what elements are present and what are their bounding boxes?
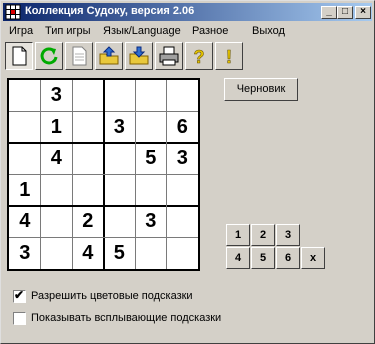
sudoku-board: 31364531423345 [7, 78, 200, 271]
maximize-button[interactable]: □ [337, 6, 353, 19]
grid-line [166, 80, 167, 269]
grid-line [9, 205, 198, 207]
number-button-6[interactable]: 6 [276, 247, 300, 269]
exclamation-icon: ! [226, 47, 233, 66]
board-cell[interactable] [104, 143, 136, 175]
board-cell[interactable] [9, 143, 41, 175]
menu-game[interactable]: Игра [9, 25, 33, 37]
board-cell[interactable]: 3 [9, 238, 41, 270]
draft-button[interactable]: Черновик [224, 78, 298, 101]
menu-language[interactable]: Язык/Language [103, 25, 181, 37]
board-cell[interactable] [104, 175, 136, 207]
question-icon: ? [193, 47, 205, 66]
number-button-3[interactable]: 3 [276, 224, 300, 246]
board-cell[interactable]: 3 [41, 80, 73, 112]
number-button-5[interactable]: 5 [251, 247, 275, 269]
open-button[interactable] [95, 42, 123, 70]
board-cell[interactable] [104, 206, 136, 238]
new-game-button[interactable] [5, 42, 33, 70]
restart-button[interactable] [35, 42, 63, 70]
board-cell[interactable] [135, 112, 167, 144]
folder-up-icon [99, 46, 119, 65]
folder-down-icon [129, 46, 149, 65]
grid-line [9, 174, 198, 175]
board-cell[interactable]: 3 [135, 206, 167, 238]
board-cell[interactable]: 5 [135, 143, 167, 175]
help-button[interactable]: ? [185, 42, 213, 70]
number-button-4[interactable]: 4 [226, 247, 250, 269]
checkmark-icon: ✔ [14, 288, 25, 302]
board-cell[interactable]: 5 [104, 238, 136, 270]
printer-icon [159, 46, 179, 66]
menu-game-type[interactable]: Тип игры [45, 25, 91, 37]
board-cell[interactable] [104, 80, 136, 112]
window-title: Коллекция Судоку, версия 2.06 [25, 5, 195, 17]
number-button-1[interactable]: 1 [226, 224, 250, 246]
board-cell[interactable] [72, 143, 104, 175]
board-cell[interactable] [72, 112, 104, 144]
title-bar[interactable]: Коллекция Судоку, версия 2.06 _ □ × [3, 3, 372, 21]
board-cell[interactable] [135, 80, 167, 112]
board-cell[interactable] [167, 175, 199, 207]
board-cell[interactable]: 3 [167, 143, 199, 175]
board-cell[interactable] [167, 206, 199, 238]
board-cell[interactable]: 4 [41, 143, 73, 175]
color-hints-checkbox[interactable]: ✔ [13, 288, 26, 303]
board-cell[interactable] [41, 238, 73, 270]
menu-bar: Игра Тип игры Язык/Language Разное Выход [3, 23, 372, 41]
board-cell[interactable] [9, 112, 41, 144]
main-window: Коллекция Судоку, версия 2.06 _ □ × Игра… [0, 0, 375, 344]
board-cell[interactable]: 1 [9, 175, 41, 207]
menu-exit[interactable]: Выход [252, 25, 285, 37]
svg-text:?: ? [194, 47, 205, 66]
board-cell[interactable]: 6 [167, 112, 199, 144]
board-cell[interactable] [72, 175, 104, 207]
toolbar: ? ! [5, 42, 370, 72]
blank-page-icon [12, 46, 27, 66]
board-cell[interactable] [41, 206, 73, 238]
board-cell[interactable]: 2 [72, 206, 104, 238]
menu-misc[interactable]: Разное [192, 25, 228, 37]
color-hints-label: Разрешить цветовые подсказки [31, 290, 193, 302]
board-cell[interactable]: 4 [72, 238, 104, 270]
svg-text:!: ! [226, 47, 232, 66]
green-refresh-icon [40, 47, 58, 65]
save-button[interactable] [125, 42, 153, 70]
grid-line [134, 80, 136, 269]
close-button[interactable]: × [355, 6, 371, 19]
page-icon [72, 46, 87, 66]
board-cell[interactable]: 4 [9, 206, 41, 238]
grid-line [9, 237, 198, 238]
board-cell[interactable] [135, 175, 167, 207]
board-cell[interactable] [41, 175, 73, 207]
board-cell[interactable] [72, 80, 104, 112]
tooltips-label: Показывать всплывающие подсказки [31, 312, 222, 324]
document-button[interactable] [65, 42, 93, 70]
board-cell[interactable]: 1 [41, 112, 73, 144]
about-button[interactable]: ! [215, 42, 243, 70]
board-cell[interactable] [167, 80, 199, 112]
app-grid-icon [5, 4, 21, 20]
minimize-button[interactable]: _ [321, 6, 337, 19]
number-button-2[interactable]: 2 [251, 224, 275, 246]
board-cell[interactable] [9, 80, 41, 112]
board-cell[interactable]: 3 [104, 112, 136, 144]
clear-button[interactable]: x [301, 247, 325, 269]
tooltips-checkbox[interactable] [13, 312, 26, 325]
print-button[interactable] [155, 42, 183, 70]
board-cell[interactable] [135, 238, 167, 270]
board-cell[interactable] [167, 238, 199, 270]
